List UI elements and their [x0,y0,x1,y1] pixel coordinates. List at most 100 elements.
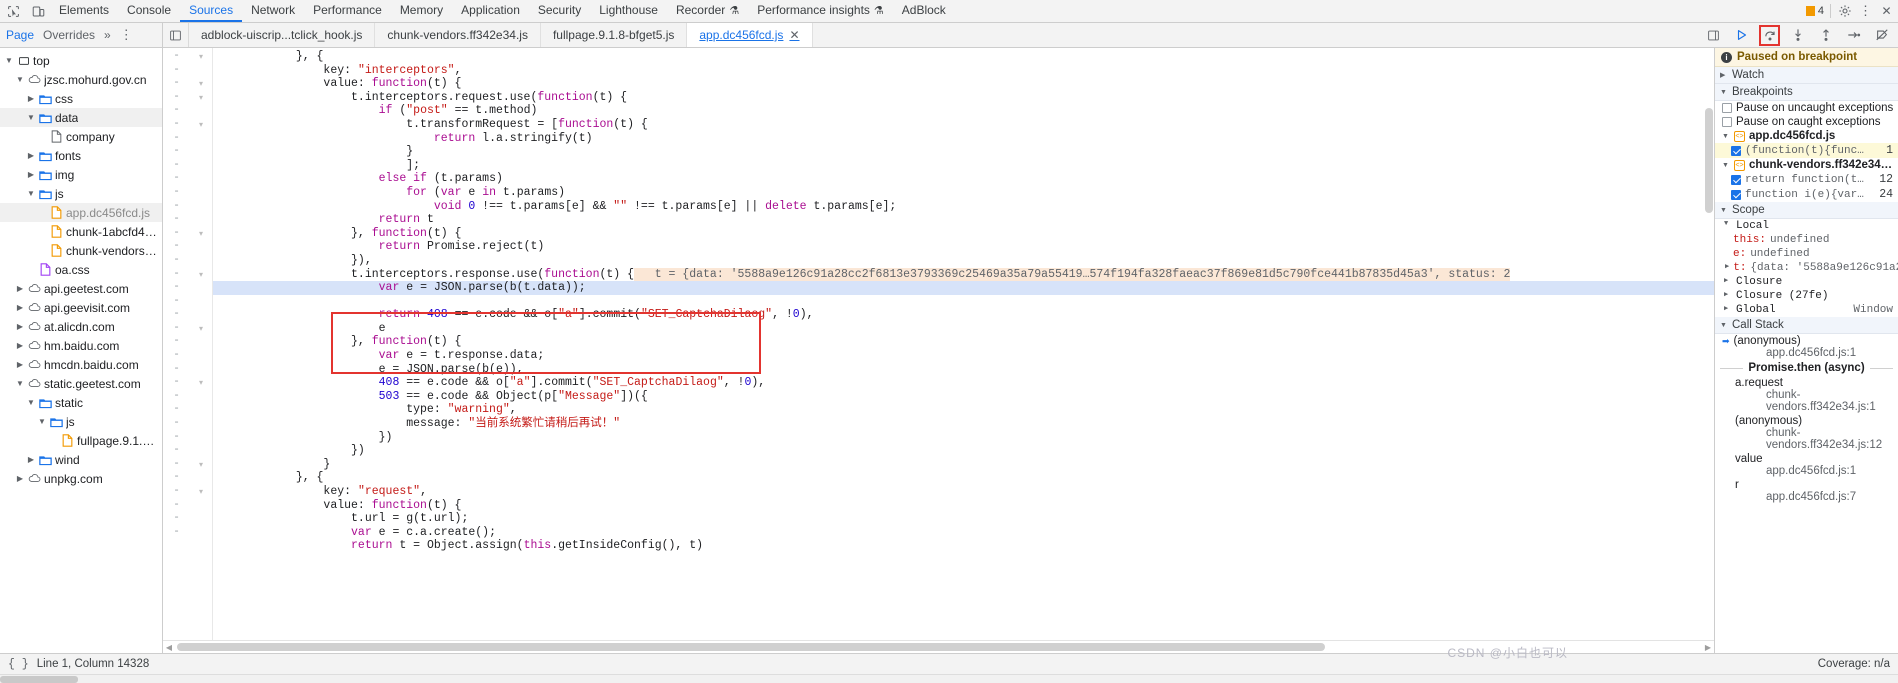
navigator-tab-page[interactable]: Page [6,28,34,42]
editor-tab-chunk-vendors[interactable]: chunk-vendors.ff342e34.js [375,23,541,47]
line-number[interactable]: - [163,227,190,241]
line-number[interactable]: - [163,200,190,214]
pause-on-caught-exceptions-row[interactable]: Pause on caught exceptions [1715,115,1898,129]
tab-application[interactable]: Application [452,0,529,22]
file-tree-item[interactable]: ▼ data [0,108,162,127]
fold-marker[interactable] [190,240,212,254]
fold-marker[interactable] [190,526,212,540]
scope-variable[interactable]: this: undefined [1715,233,1898,247]
inspect-element-icon[interactable] [6,4,21,19]
chevron-right-icon[interactable]: ▶ [15,303,25,312]
line-number[interactable]: - [163,295,190,309]
scope-variable[interactable]: ▶ t: {data: '5588a9e126c91a2 [1715,261,1898,275]
fold-marker[interactable] [190,308,212,322]
chevron-right-icon[interactable]: ▶ [26,455,36,464]
fold-marker[interactable] [190,512,212,526]
code-folding-gutter[interactable]: ▾ ▾ ▾ ▾ ▾ ▾ ▾ ▾ ▾ ▾ [190,48,212,640]
pause-caught-checkbox[interactable] [1722,117,1732,127]
fold-marker[interactable] [190,363,212,377]
line-number[interactable]: - [163,308,190,322]
more-tabs-chevron-icon[interactable]: » [104,28,111,42]
file-tree-item[interactable]: ▶ hm.baidu.com [0,336,162,355]
line-number[interactable]: - [163,376,190,390]
chevron-right-icon[interactable]: ▶ [15,284,25,293]
line-number[interactable]: - [163,485,190,499]
editor-horizontal-scrollbar-thumb[interactable] [177,643,1325,651]
fold-marker[interactable]: ▾ [190,268,212,282]
source-code-text[interactable]: }, { key: "interceptors", value: functio… [213,48,1714,553]
fold-marker[interactable] [190,335,212,349]
file-tree-item[interactable]: ▶ wind [0,450,162,469]
step-button[interactable] [1845,27,1862,44]
fold-marker[interactable]: ▾ [190,118,212,132]
file-tree-item[interactable]: ▼ static.geetest.com [0,374,162,393]
tab-lighthouse[interactable]: Lighthouse [590,0,667,22]
line-number[interactable]: - [163,526,190,540]
file-tree-item[interactable]: oa.css [0,260,162,279]
editor-vertical-scrollbar-thumb[interactable] [1705,108,1713,213]
fold-marker[interactable] [190,200,212,214]
fold-marker[interactable]: ▾ [190,50,212,64]
fold-marker[interactable] [190,390,212,404]
page-horizontal-scrollbar-thumb[interactable] [0,676,78,683]
chevron-right-icon[interactable]: ▶ [15,322,25,331]
line-number[interactable]: - [163,91,190,105]
file-tree-item[interactable]: ▶ api.geetest.com [0,279,162,298]
fold-marker[interactable] [190,172,212,186]
fold-marker[interactable] [190,471,212,485]
editor-vertical-scrollbar[interactable] [1703,48,1714,640]
line-number[interactable]: - [163,349,190,363]
close-devtools-icon[interactable]: ✕ [1879,4,1894,19]
line-number[interactable]: - [163,458,190,472]
chevron-down-icon[interactable]: ▼ [26,189,36,198]
fold-marker[interactable] [190,186,212,200]
chevron-down-icon[interactable]: ▼ [15,75,25,84]
call-stack-frame[interactable]: (anonymous) chunk-vendors.ff342e34.js:12 [1715,414,1898,452]
gear-icon[interactable] [1837,4,1852,19]
step-over-next-function-call-button[interactable] [1759,24,1780,46]
deactivate-breakpoints-button[interactable] [1873,27,1890,44]
navigator-file-tree[interactable]: ▼ top ▼ jzsc.mohurd.gov.cn ▶ css ▼ data company ▶… [0,48,163,653]
fold-marker[interactable]: ▾ [190,376,212,390]
fold-marker[interactable] [190,431,212,445]
file-tree-item[interactable]: ▼ top [0,51,162,70]
tab-elements[interactable]: Elements [50,0,118,22]
close-tab-icon[interactable]: ✕ [789,28,799,42]
tab-sources[interactable]: Sources [180,0,243,22]
line-number[interactable]: - [163,281,190,295]
line-number[interactable]: - [163,132,190,146]
line-number[interactable]: - [163,431,190,445]
chevron-right-icon[interactable]: ▶ [26,170,36,179]
fold-marker[interactable] [190,213,212,227]
line-number[interactable]: - [163,512,190,526]
chevron-right-icon[interactable]: ▶ [15,341,25,350]
file-tree-item[interactable]: app.dc456fcd.js [0,203,162,222]
page-horizontal-scrollbar[interactable] [0,674,1898,683]
file-tree-item[interactable]: ▶ hmcdn.baidu.com [0,355,162,374]
call-stack-section-header[interactable]: ▼ Call Stack [1715,317,1898,334]
line-number[interactable]: - [163,335,190,349]
chevron-right-icon[interactable]: ▶ [15,360,25,369]
tab-performance-insights[interactable]: Performance insights ⚗ [748,0,893,22]
line-number[interactable]: - [163,213,190,227]
file-tree-item[interactable]: fullpage.9.1.8-bf [0,431,162,450]
file-tree-item[interactable]: ▼ jzsc.mohurd.gov.cn [0,70,162,89]
line-number[interactable]: - [163,471,190,485]
line-number[interactable]: - [163,363,190,377]
tab-console[interactable]: Console [118,0,180,22]
breakpoint-checkbox[interactable] [1731,174,1741,185]
fold-marker[interactable] [190,417,212,431]
line-number[interactable]: - [163,390,190,404]
line-number[interactable]: - [163,159,190,173]
line-number[interactable]: - [163,50,190,64]
fold-marker[interactable]: ▾ [190,77,212,91]
line-number[interactable]: - [163,417,190,431]
device-toolbar-icon[interactable] [31,4,46,19]
scope-group[interactable]: ▶ Closure (27fe) [1715,289,1898,303]
scroll-right-arrow-icon[interactable]: ▶ [1702,643,1714,652]
toggle-navigator-panel-icon[interactable] [163,23,189,47]
fold-marker[interactable]: ▾ [190,322,212,336]
breakpoint-item[interactable]: return function(t… 12 [1715,172,1898,187]
call-stack-frame[interactable]: value app.dc456fcd.js:1 [1715,452,1898,478]
breakpoints-section-header[interactable]: ▼ Breakpoints [1715,84,1898,101]
